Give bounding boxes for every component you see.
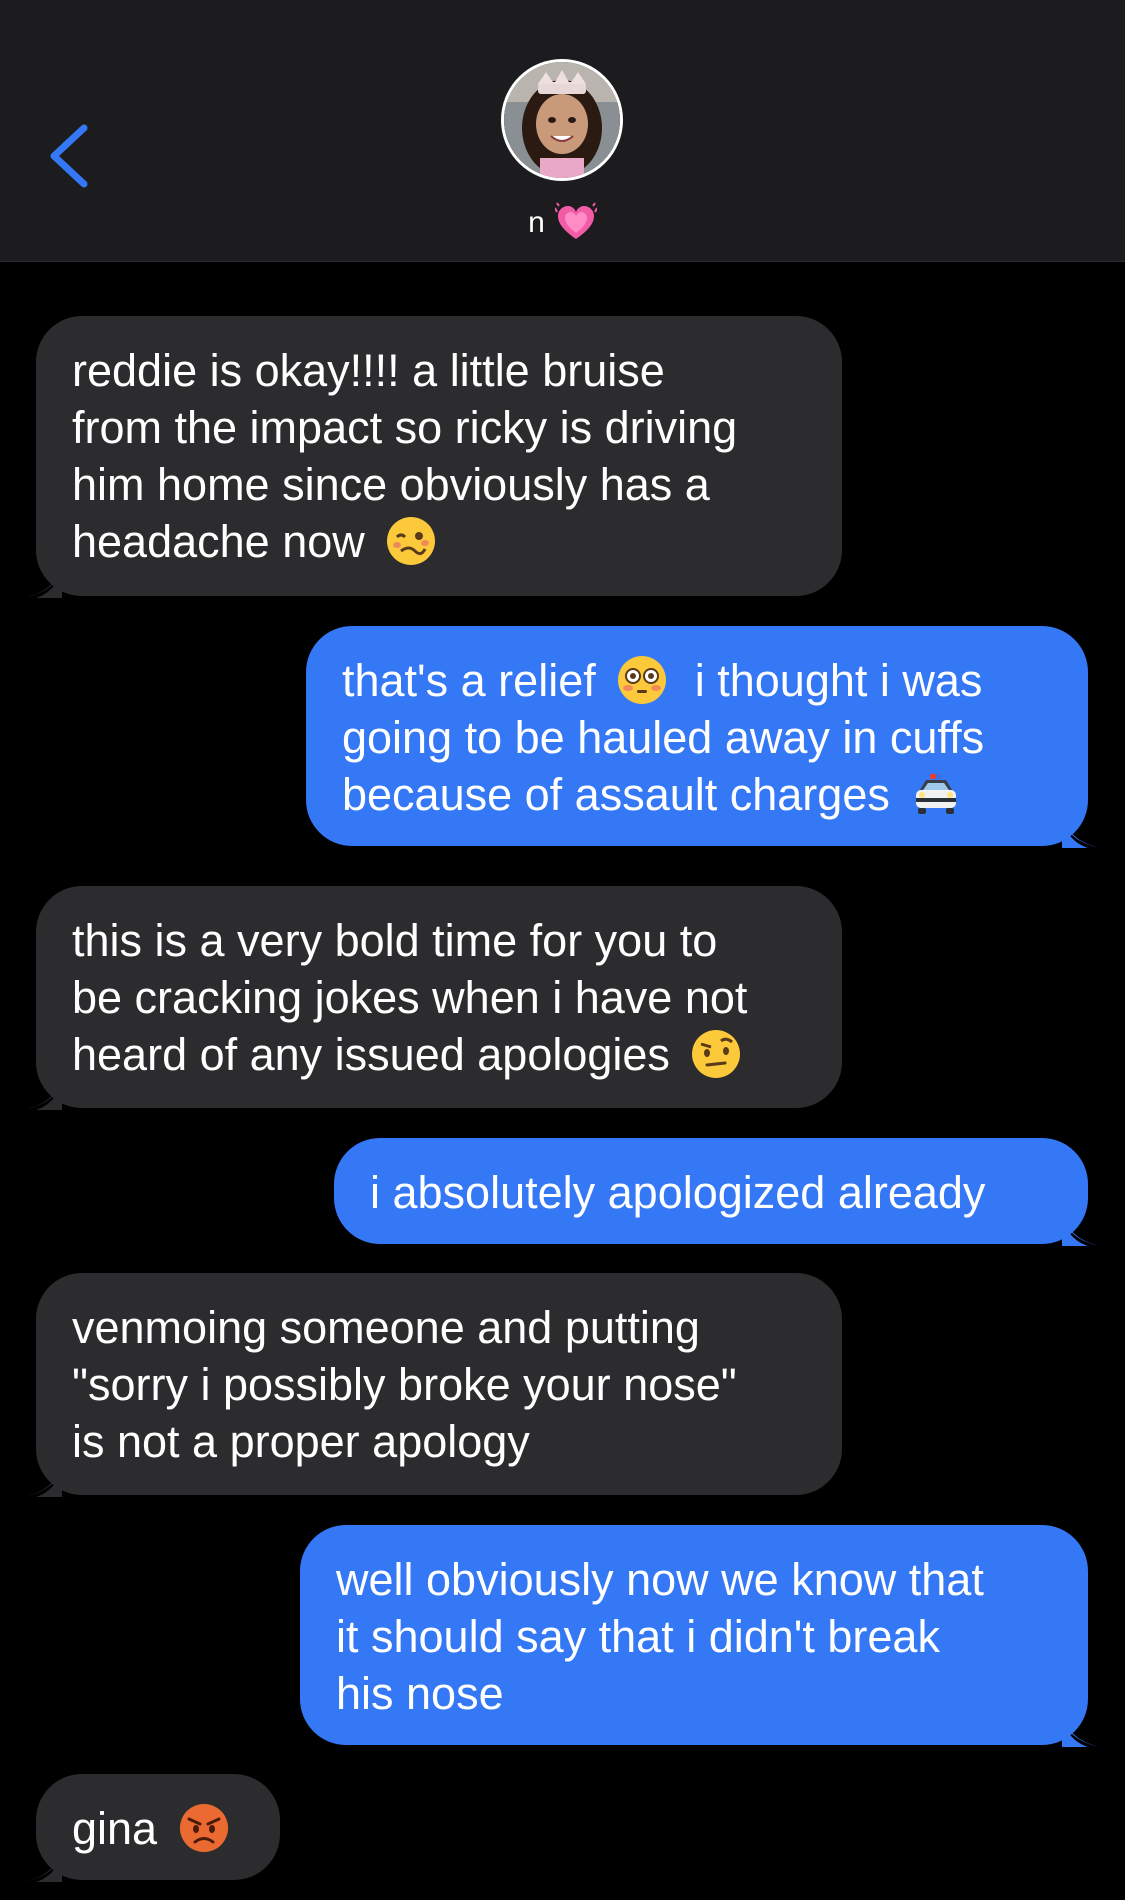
message-bubble-received[interactable]: venmoing someone and putting "sorry i po… <box>24 1273 842 1497</box>
message-bubble-sent[interactable]: well obviously now we know that it shoul… <box>300 1525 1100 1747</box>
police-car-emoji <box>916 774 957 814</box>
message-text: well obviously now we know that <box>336 1554 984 1605</box>
contact-name: n <box>528 206 545 239</box>
bubble-tail <box>24 1070 62 1110</box>
avatar-photo <box>504 62 620 178</box>
bubble-tail <box>1062 1707 1100 1747</box>
message-text: "sorry i possibly broke your nose" <box>72 1359 737 1410</box>
message-text: his nose <box>336 1668 504 1719</box>
message-text: that's a relief <box>342 655 596 706</box>
message-text: venmoing someone and putting <box>72 1302 700 1353</box>
angry-face-emoji <box>179 1804 228 1852</box>
message-text: going to be hauled away in cuffs <box>342 712 985 763</box>
heart-icon <box>554 202 597 239</box>
message-text: headache now <box>72 516 365 567</box>
message-bubble-received[interactable]: reddie is okay!!!! a little bruise from … <box>24 316 842 598</box>
message-text: this is a very bold time for you to <box>72 915 718 966</box>
message-text: be cracking jokes when i have not <box>72 972 748 1023</box>
message-bubble-received[interactable]: gina <box>24 1774 280 1882</box>
contact-avatar[interactable] <box>501 59 623 181</box>
message-bubble-sent[interactable]: i absolutely apologized already <box>334 1138 1100 1246</box>
message-text: it should say that i didn't break <box>336 1611 940 1662</box>
conversation-header: n <box>0 0 1125 262</box>
message-text: because of assault charges <box>342 769 890 820</box>
raised-eyebrow-face-emoji <box>692 1030 741 1078</box>
bubble-tail <box>1062 808 1100 848</box>
bubble-tail <box>24 1842 62 1882</box>
message-text: is not a proper apology <box>72 1416 530 1467</box>
message-text: from the impact so ricky is driving <box>72 402 738 453</box>
flushed-face-emoji <box>618 656 667 704</box>
message-text: reddie is okay!!!! a little bruise <box>72 345 665 396</box>
chevron-left-icon <box>50 124 88 188</box>
message-bubble-sent[interactable]: that's a relief i thought i was going to… <box>306 626 1100 848</box>
contact-name-row[interactable]: n <box>0 200 1125 246</box>
message-text: heard of any issued apologies <box>72 1029 670 1080</box>
message-text: him home since obviously has a <box>72 459 710 510</box>
bubble-tail <box>24 558 62 598</box>
message-bubble-received[interactable]: this is a very bold time for you to be c… <box>24 886 842 1110</box>
bubble-tail <box>1062 1206 1100 1246</box>
message-text: i absolutely apologized already <box>370 1167 986 1218</box>
back-button[interactable] <box>40 120 100 190</box>
bubble-tail <box>24 1457 62 1497</box>
message-text: gina <box>72 1803 158 1854</box>
message-text: i thought i was <box>694 655 983 706</box>
woozy-face-emoji <box>387 517 436 565</box>
